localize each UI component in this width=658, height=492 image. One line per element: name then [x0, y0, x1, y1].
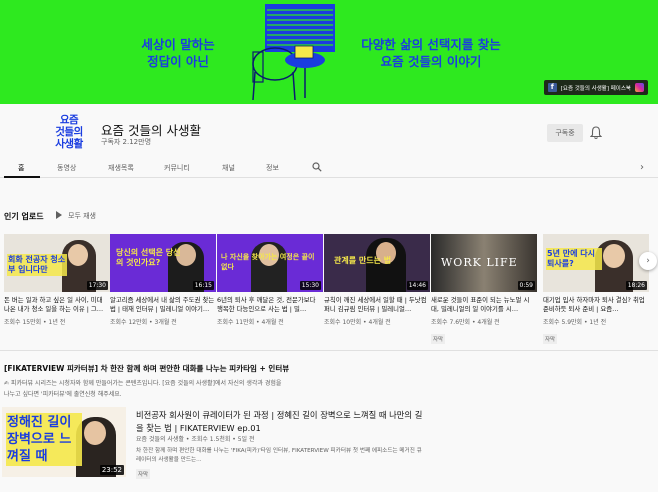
tab-playlists[interactable]: 재생목록	[108, 163, 134, 173]
thumbnail-text: 나 자신을 찾아가는 여정은 끝이 없다	[221, 253, 315, 271]
facebook-icon[interactable]: f	[547, 83, 557, 92]
channel-tabs	[0, 156, 658, 178]
featured-video-title[interactable]: 비전공자 회사원이 큐레이터가 된 과정 | 정혜진 길이 장벽으로 느껴질 때…	[136, 409, 426, 434]
video-meta: 조회수 10만회 • 4개월 전	[324, 319, 391, 326]
video-card[interactable]: 5년 만에 다시 퇴사를? 18:26 대기업 입사 하자마자 퇴사 결심? 취…	[543, 234, 649, 345]
social-links[interactable]: f [요즘 것들의 사생활] 페이스북	[543, 80, 648, 95]
facebook-link-label[interactable]: [요즘 것들의 사생활] 페이스북	[561, 84, 631, 92]
tab-about[interactable]: 정보	[266, 163, 279, 173]
video-thumbnail[interactable]: 5년 만에 다시 퇴사를? 18:26	[543, 234, 649, 292]
thumbnail-text: 정해진 길이 장벽으로 느껴질 때	[6, 413, 82, 466]
subscriber-count: 구독자 2.12만명	[101, 138, 152, 146]
featured-video-meta: 요즘 것들의 사생활 • 조회수 1.5천회 • 5일 전	[136, 436, 255, 443]
active-tab-indicator	[4, 176, 40, 178]
subtitle-badge: 자막	[136, 469, 151, 479]
video-card[interactable]: 회화 전공자 청소부 입니다만 17:30 돈 버는 일과 하고 싶은 일 사이…	[4, 234, 110, 326]
video-duration: 16:15	[192, 281, 214, 290]
video-meta: 조회수 5.9만회 • 1년 전	[543, 319, 607, 326]
video-duration: 18:26	[625, 281, 647, 290]
tab-videos[interactable]: 동영상	[57, 163, 76, 173]
instagram-icon[interactable]	[635, 83, 644, 92]
featured-video-description: 차 한잔 함께 하며 편안한 대화를 나누는 'FIKA(피카)'타임 인터뷰,…	[136, 448, 422, 463]
video-meta: 조회수 12만회 • 3개월 전	[110, 319, 177, 326]
video-card[interactable]: 당신의 선택은 당신의 것인가요? 16:15 알고리즘 세상에서 내 삶의 주…	[110, 234, 216, 326]
chevron-right-icon[interactable]: ›	[640, 162, 644, 173]
banner-right-line2: 요즘 것들의 이야기	[380, 54, 482, 69]
search-icon[interactable]	[312, 162, 322, 172]
channel-banner: 세상이 말하는 정답이 아닌 다양한 삶의 선택지를 찾는 요즘 것들의 이야기…	[0, 0, 658, 104]
person-face	[68, 244, 88, 266]
banner-left-line2: 정답이 아닌	[147, 54, 209, 69]
tab-home[interactable]: 홈	[18, 163, 24, 173]
video-meta: 조회수 7.6만회 • 4개월 전	[431, 319, 500, 326]
video-meta: 조회수 11만회 • 4개월 전	[217, 319, 284, 326]
avatar-text-line3: 사생활	[55, 138, 83, 150]
video-thumbnail[interactable]: 나 자신을 찾아가는 여정은 끝이 없다 15:30	[217, 234, 323, 292]
video-card[interactable]: WORK LIFE 0:59 새로운 것들이 표준이 되는 뉴노멀 시대, 밀레…	[431, 234, 537, 345]
video-duration: 15:30	[299, 281, 321, 290]
banner-right-text: 다양한 삶의 선택지를 찾는 요즘 것들의 이야기	[356, 36, 506, 70]
thumbnail-text: 관계를 만드는 법	[334, 256, 392, 265]
video-title[interactable]: 대기업 입사 하자마자 퇴사 결심? 취업 준비하듯 퇴사 준비 | 요즘…	[543, 296, 649, 314]
video-card[interactable]: 관계를 만드는 법 14:46 규칙이 깨진 세상에서 일할 때 | 두낫컴퍼니…	[324, 234, 430, 326]
video-thumbnail[interactable]: 회화 전공자 청소부 입니다만 17:30	[4, 234, 110, 292]
video-duration: 17:30	[86, 281, 108, 290]
banner-right-line1: 다양한 삶의 선택지를 찾는	[361, 37, 501, 52]
play-icon	[56, 211, 62, 219]
person-face	[603, 244, 625, 268]
tab-community[interactable]: 커뮤니티	[164, 163, 190, 173]
banner-illustration	[252, 4, 335, 101]
person-face	[84, 421, 106, 445]
banner-left-line1: 세상이 말하는	[141, 37, 215, 52]
video-title[interactable]: 새로운 것들이 표준이 되는 뉴노멀 시대, 밀레니얼의 일 이야기를 시…	[431, 296, 537, 314]
video-title[interactable]: 돈 버는 일과 하고 싶은 일 사이, 미대 나온 내가 청소 일을 하는 이유…	[4, 296, 110, 314]
tab-channels[interactable]: 채널	[222, 163, 235, 173]
video-title[interactable]: 6년의 퇴사 후 깨달은 것, 전문가보다 행복한 다능인으로 사는 법 | 밀…	[217, 296, 323, 314]
thumbnail-text: 5년 만에 다시 퇴사를?	[546, 248, 602, 270]
thumbnail-text: 당신의 선택은 당신의 것인가요?	[116, 248, 181, 267]
bell-icon[interactable]	[590, 126, 602, 140]
chevron-right-icon: ›	[646, 256, 650, 266]
avatar-text-line1: 요즘	[59, 114, 79, 126]
channel-avatar[interactable]: 요즘 것들의 사생활	[49, 114, 89, 154]
video-title[interactable]: 규칙이 깨진 세상에서 일할 때 | 두낫컴퍼니 김규림 인터뷰 | 밀레니얼…	[324, 296, 430, 314]
subscribe-button[interactable]: 구독중	[547, 124, 583, 142]
thumbnail-text: 회화 전공자 청소부 입니다만	[7, 254, 67, 276]
carousel-next-button[interactable]: ›	[639, 252, 657, 270]
playlist-title[interactable]: [FIKATERVIEW 피카터뷰] 차 한잔 함께 하며 편안한 대화를 나누…	[4, 363, 289, 374]
video-meta: 조회수 15만회 • 1년 전	[4, 319, 66, 326]
video-duration: 0:59	[517, 281, 535, 290]
playlist-description-line1: ✍ 피카터뷰 시리즈는 시청자와 함께 만들어가는 콘텐츠입니다. [요즘 것들…	[4, 380, 282, 387]
playlist-description: ✍ 피카터뷰 시리즈는 시청자와 함께 만들어가는 콘텐츠입니다. [요즘 것들…	[4, 378, 324, 400]
video-thumbnail[interactable]: 당신의 선택은 당신의 것인가요? 16:15	[110, 234, 216, 292]
banner-left-text: 세상이 말하는 정답이 아닌	[118, 36, 238, 70]
section-divider	[0, 350, 658, 351]
playlist-description-line2: 나누고 싶다면 '피카터뷰'에 출연신청 해주세요.	[4, 391, 122, 398]
video-duration: 23:52	[99, 465, 124, 475]
video-card[interactable]: 나 자신을 찾아가는 여정은 끝이 없다 15:30 6년의 퇴사 후 깨달은 …	[217, 234, 323, 326]
section-title-popular: 인기 업로드	[4, 212, 44, 221]
play-all-button[interactable]: 모두 재생	[56, 211, 96, 221]
thumbnail-text: WORK LIFE	[441, 256, 518, 269]
featured-video-thumbnail[interactable]: 정해진 길이 장벽으로 느껴질 때 23:52	[2, 407, 126, 477]
video-title[interactable]: 알고리즘 세상에서 내 삶의 주도권 찾는 법 | 태재 인터뷰 | 밀레니얼 …	[110, 296, 216, 314]
subtitle-badge: 자막	[431, 334, 446, 344]
play-all-label: 모두 재생	[68, 212, 96, 220]
video-duration: 14:46	[406, 281, 428, 290]
avatar-text-line2: 것들의	[55, 126, 83, 138]
video-thumbnail[interactable]: 관계를 만드는 법 14:46	[324, 234, 430, 292]
video-thumbnail[interactable]: WORK LIFE 0:59	[431, 234, 537, 292]
subtitle-badge: 자막	[543, 334, 558, 344]
